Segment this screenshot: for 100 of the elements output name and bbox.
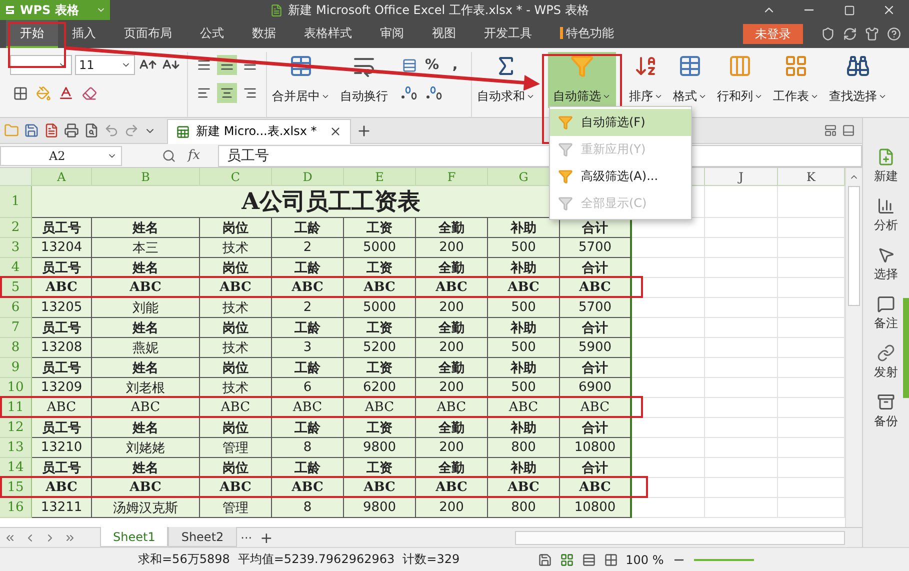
more-sheets-button[interactable]: ··· (236, 530, 256, 544)
sidebar-item[interactable]: 选择 (874, 246, 898, 283)
ribbon-button[interactable]: 格式 (668, 52, 712, 108)
comment-icon (877, 295, 895, 313)
table-cell: 员工号 (32, 458, 92, 478)
sidebar-item[interactable]: 备份 (874, 393, 898, 430)
save-icon[interactable] (24, 123, 39, 138)
table-cell: 补助 (488, 218, 560, 238)
table-cell: 工龄 (272, 318, 344, 338)
table-cell: ABC (488, 278, 560, 298)
page-view-icon[interactable] (582, 552, 596, 566)
caret-icon (602, 92, 611, 101)
name-box[interactable]: A2 (0, 146, 122, 166)
zoom-search-icon[interactable] (162, 148, 176, 162)
vertical-scrollbar[interactable] (845, 168, 862, 527)
table-cell: 补助 (488, 318, 560, 338)
table-cell: 姓名 (92, 358, 200, 378)
menu-tab[interactable]: 开始 (6, 20, 58, 48)
ribbon-button[interactable]: 自动求和 (472, 52, 540, 108)
table-cell: ABC (32, 398, 92, 418)
refresh-icon[interactable] (843, 27, 857, 41)
print-icon[interactable] (64, 123, 79, 138)
function-button[interactable]: fx (186, 148, 202, 163)
align-center-button[interactable] (217, 83, 237, 103)
table-cell: ABC (200, 278, 272, 298)
grid-view-icon[interactable] (560, 552, 574, 566)
ribbon-button[interactable]: 排序 (624, 52, 668, 108)
table-cell: 200 (416, 238, 488, 258)
panel-handle[interactable] (903, 298, 909, 398)
table-cell: 200 (416, 438, 488, 458)
shirt-icon[interactable] (865, 27, 879, 41)
table-cell: 5000 (344, 298, 416, 318)
align-top-icon (197, 58, 211, 72)
column-header[interactable]: K (778, 168, 845, 186)
normal-view-icon[interactable] (538, 552, 552, 566)
table-cell: 10800 (560, 438, 632, 458)
layout-icon[interactable] (824, 124, 837, 137)
document-tab[interactable]: 新建 Micro...表.xlsx * (167, 118, 351, 144)
table-cell: 8 (272, 438, 344, 458)
menu-tab[interactable]: 数据 (238, 20, 290, 48)
menu-tab[interactable]: 插入 (58, 20, 110, 48)
menu-item[interactable]: 自动筛选(F) (550, 109, 691, 136)
layout-view-icon[interactable] (604, 552, 618, 566)
menu-tab[interactable]: 开发工具 (470, 20, 546, 48)
table-cell: ABC (416, 398, 488, 418)
number-format-button[interactable]: , (445, 55, 465, 75)
preview-icon[interactable] (84, 123, 99, 138)
table-icon (678, 54, 702, 78)
sidebar-item[interactable]: 发射 (874, 344, 898, 381)
menu-tab[interactable]: 特色功能 (546, 20, 628, 48)
number-format-button[interactable]: % (422, 55, 442, 75)
table-cell: 工龄 (272, 218, 344, 238)
table-cell: 13210 (32, 438, 92, 458)
ribbon-button[interactable]: 自动换行 (335, 52, 393, 108)
sheet-tab[interactable]: Sheet1 (100, 527, 168, 547)
status-text: 求和=56万5898 (138, 551, 230, 568)
window-title: 新建 Microsoft Office Excel 工作表.xlsx * - WPS 表格 (288, 2, 589, 18)
table-cell: 姓名 (92, 218, 200, 238)
ribbon-button[interactable]: 查找选择 (824, 52, 892, 108)
shield-icon[interactable] (821, 27, 835, 41)
funnel-icon (570, 54, 594, 78)
table-cell: 3 (272, 338, 344, 358)
align-left-icon (197, 86, 211, 100)
add-sheet-button[interactable]: + (256, 528, 277, 546)
ribbon-button[interactable]: 自动筛选 (548, 52, 616, 108)
table-cell: 5900 (560, 338, 632, 358)
menu-tab[interactable]: 页面布局 (110, 20, 186, 48)
horizontal-scrollbar[interactable] (515, 530, 845, 544)
sidebar-item[interactable]: 备注 (874, 295, 898, 332)
sheet-tab[interactable]: Sheet2 (168, 527, 237, 547)
table-cell: 工资 (344, 458, 416, 478)
new-tab-icon[interactable] (356, 122, 372, 138)
table-cell: 200 (416, 498, 488, 518)
paint-bucket-icon (36, 86, 50, 100)
table-cell: 500 (488, 338, 560, 358)
panel-icon[interactable] (842, 124, 855, 137)
menu-tab[interactable]: 公式 (186, 20, 238, 48)
table-cell: 补助 (488, 458, 560, 478)
table-cell: 全勤 (416, 258, 488, 278)
table-cell: 姓名 (92, 318, 200, 338)
sidebar-item[interactable]: 新建 (874, 148, 898, 185)
close-icon (328, 125, 342, 138)
table-cell: 10800 (560, 498, 632, 518)
help-icon[interactable] (887, 27, 901, 41)
table-cell: 补助 (488, 258, 560, 278)
menu-tab[interactable]: 视图 (418, 20, 470, 48)
ribbon-button[interactable]: 行和列 (712, 52, 768, 108)
table-cell: 8 (272, 498, 344, 518)
pdf-icon[interactable] (44, 123, 59, 138)
scroll-thumb[interactable] (848, 186, 860, 306)
ribbon-button[interactable]: 工作表 (768, 52, 824, 108)
menu-tab[interactable]: 表格样式 (290, 20, 366, 48)
sidebar-item[interactable]: 分析 (874, 197, 898, 234)
table-cell: 全勤 (416, 358, 488, 378)
ribbon-button[interactable]: 合并居中 (267, 52, 335, 108)
menu-tab[interactable]: 审阅 (366, 20, 418, 48)
table-cell: 2 (272, 298, 344, 318)
column-header[interactable]: J (705, 168, 778, 186)
table-cell: 刘老根 (92, 378, 200, 398)
font-size-field[interactable]: 11 (75, 55, 135, 75)
